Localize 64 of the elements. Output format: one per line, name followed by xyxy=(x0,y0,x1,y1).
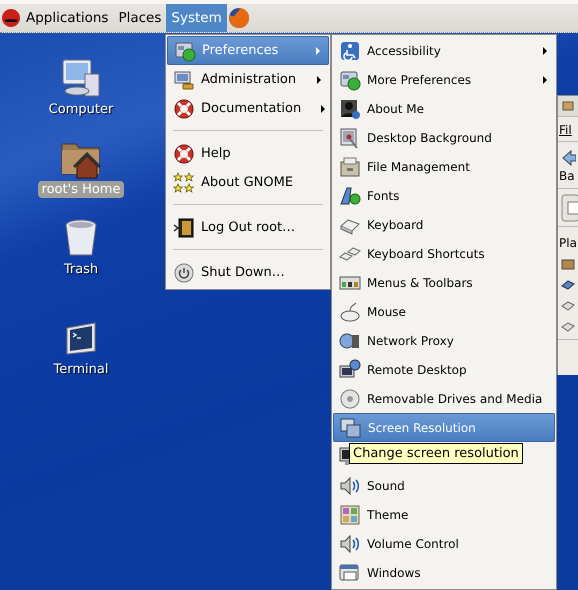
menu-item[interactable]: Menus & Toolbars xyxy=(333,268,555,297)
person-icon xyxy=(339,98,361,120)
menu-item[interactable]: Administration xyxy=(167,65,329,94)
menu-item[interactable]: Sound xyxy=(333,471,555,500)
back-button[interactable]: Ba xyxy=(558,169,578,183)
disc-icon xyxy=(339,388,361,410)
stars-icon xyxy=(173,172,195,194)
menu-item[interactable]: Shut Down… xyxy=(167,258,329,287)
back-arrow-icon[interactable] xyxy=(562,150,576,166)
hat-icon[interactable] xyxy=(1,8,21,28)
menu-item[interactable]: Volume Control xyxy=(333,529,555,558)
menu-item[interactable]: Removable Drives and Media xyxy=(333,384,555,413)
menu-item[interactable]: Help xyxy=(167,139,329,168)
window-menu-icon[interactable] xyxy=(562,100,574,112)
tooltip: Change screen resolution xyxy=(349,443,523,464)
menu-item[interactable]: Mouse xyxy=(333,297,555,326)
power-icon xyxy=(173,262,195,284)
desktop-icon-label[interactable]: Terminal xyxy=(50,361,112,378)
menu-item[interactable]: Screen Resolution xyxy=(333,413,555,442)
menu-item[interactable]: Keyboard Shortcuts xyxy=(333,239,555,268)
drive-icon xyxy=(561,300,575,312)
desktop-icon xyxy=(561,279,575,291)
menu-item[interactable]: More Preferences xyxy=(333,65,555,94)
desktop-icon-label[interactable]: Computer xyxy=(44,101,118,118)
monitor-icon xyxy=(339,446,349,468)
window-icon xyxy=(339,68,361,90)
lifebuoy-icon xyxy=(173,98,195,120)
speaker-icon xyxy=(339,474,361,496)
screens-icon xyxy=(340,416,362,438)
places-label: Pla xyxy=(558,236,578,250)
mouse-icon xyxy=(339,300,361,322)
windows-icon xyxy=(339,562,361,584)
drive-icon xyxy=(561,321,575,333)
computer-icon xyxy=(173,68,195,90)
menu-item[interactable]: Remote Desktop xyxy=(333,355,555,384)
menu-item[interactable]: About GNOME xyxy=(167,168,329,197)
file-menu[interactable]: Fil xyxy=(558,123,578,137)
accessibility-icon xyxy=(339,40,361,62)
menu-item[interactable]: Log Out root… xyxy=(167,213,329,242)
menu-item[interactable]: Fonts xyxy=(333,181,555,210)
panel-menu[interactable]: Places xyxy=(113,4,166,32)
menu-item[interactable]: Network Proxy xyxy=(333,326,555,355)
menu-item[interactable]: About Me xyxy=(333,94,555,123)
menu-item[interactable]: File Management xyxy=(333,152,555,181)
firefox-icon[interactable] xyxy=(226,6,251,30)
theme-icon xyxy=(339,504,361,526)
menu-item[interactable]: Keyboard xyxy=(333,210,555,239)
menu-item[interactable]: Desktop Background xyxy=(333,123,555,152)
panel-menu[interactable]: Applications xyxy=(21,4,114,32)
menu-item[interactable]: Accessibility xyxy=(333,36,555,65)
desktop-icon-label[interactable]: Trash xyxy=(60,261,102,278)
panel-menu[interactable]: System xyxy=(166,4,227,32)
speaker-icon xyxy=(339,532,361,554)
folder-icon xyxy=(561,258,575,270)
remote-desktop-icon xyxy=(339,358,361,380)
lifebuoy-icon xyxy=(173,142,195,164)
fonts-icon xyxy=(339,184,361,206)
window-icon xyxy=(174,40,196,62)
door-icon xyxy=(173,216,195,238)
menu-item[interactable]: Theme xyxy=(333,500,555,529)
menu-item[interactable]: Documentation xyxy=(167,94,329,123)
file-cabinet-icon xyxy=(339,156,361,178)
location-button[interactable] xyxy=(561,194,578,222)
menu-item[interactable]: Windows xyxy=(333,558,555,587)
